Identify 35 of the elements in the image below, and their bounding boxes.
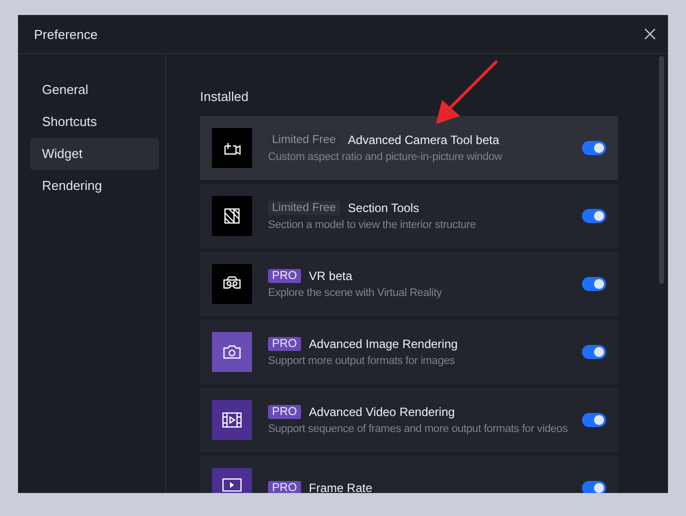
sidebar-item[interactable]: Rendering xyxy=(30,170,159,202)
section-title: Installed xyxy=(200,89,250,104)
sidebar-item[interactable]: General xyxy=(30,74,159,106)
fps-screen-icon xyxy=(221,477,243,493)
toggle-switch[interactable] xyxy=(582,413,606,427)
close-icon[interactable] xyxy=(644,28,656,40)
toggle-switch[interactable] xyxy=(582,209,606,223)
widget-description: Explore the scene with Virtual Reality xyxy=(268,287,443,299)
plan-badge: Limited Free xyxy=(268,201,340,215)
sidebar-item[interactable]: Widget xyxy=(30,138,159,170)
toggle-switch[interactable] xyxy=(582,141,606,155)
pro-badge: PRO xyxy=(268,481,301,493)
widget-name: Advanced Image Rendering xyxy=(308,337,458,351)
widget-description: Support more output formats for images xyxy=(268,355,456,367)
widget-name: Section Tools xyxy=(348,201,420,215)
widget-name: Advanced Video Rendering xyxy=(308,405,455,419)
widget-name: Frame Rate xyxy=(308,481,372,493)
widget-description: Custom aspect ratio and picture-in-picture window xyxy=(268,151,504,163)
widget-name: VR beta xyxy=(308,269,352,283)
pro-badge: PRO xyxy=(268,337,301,351)
sidebar-item[interactable]: Shortcuts xyxy=(30,106,159,138)
pro-badge: PRO xyxy=(268,405,301,419)
widget-description: Section a model to view the interior structure xyxy=(268,219,477,231)
toggle-switch[interactable] xyxy=(582,345,606,359)
film-icon xyxy=(222,412,242,428)
widget-description: Support sequence of frames and more output formats for videos xyxy=(268,423,569,435)
window-title: Preference xyxy=(34,26,98,42)
toggle-switch[interactable] xyxy=(582,481,606,493)
arrow-annotation xyxy=(434,60,498,126)
camera-plus-icon xyxy=(222,140,242,156)
camera-icon xyxy=(223,344,241,360)
toggle-switch[interactable] xyxy=(582,277,606,291)
widget-name: Advanced Camera Tool beta xyxy=(348,133,500,147)
pro-badge: PRO xyxy=(268,269,301,283)
hatched-square-icon xyxy=(224,208,240,224)
